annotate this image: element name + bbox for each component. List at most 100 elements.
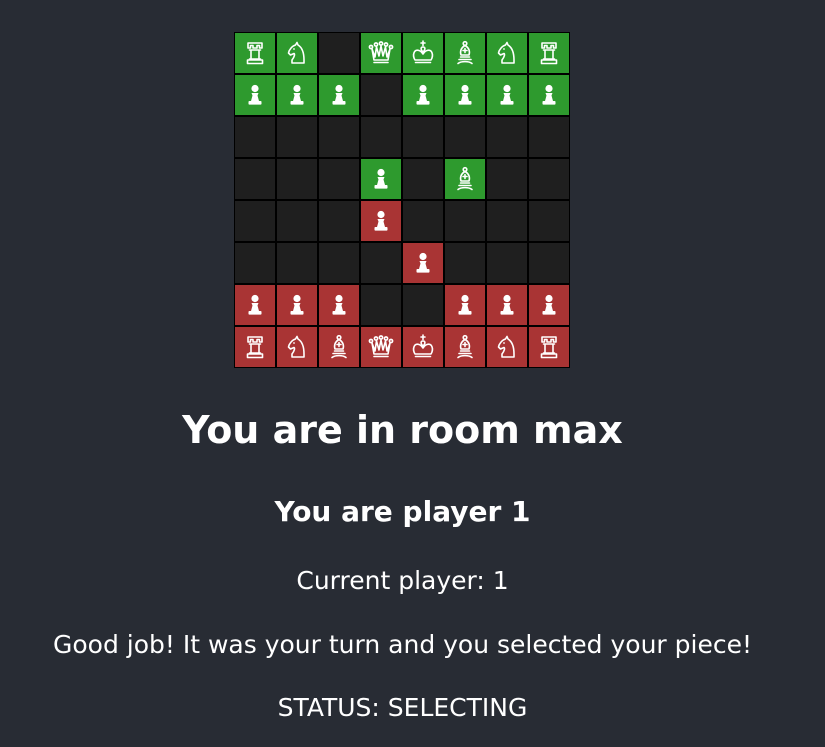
board-square[interactable] <box>402 74 444 116</box>
board-square[interactable] <box>276 326 318 368</box>
board-square[interactable] <box>444 74 486 116</box>
rook-icon <box>240 332 270 362</box>
pawn-icon <box>408 248 438 278</box>
board-square[interactable] <box>360 32 402 74</box>
board-square[interactable] <box>234 284 276 326</box>
board-square[interactable] <box>360 326 402 368</box>
board-square[interactable] <box>234 200 276 242</box>
pawn-icon <box>408 80 438 110</box>
board-square[interactable] <box>444 326 486 368</box>
board-square[interactable] <box>528 32 570 74</box>
bishop-icon <box>450 38 480 68</box>
pawn-icon <box>240 80 270 110</box>
board-square[interactable] <box>486 242 528 284</box>
board-square[interactable] <box>234 74 276 116</box>
board-square[interactable] <box>402 200 444 242</box>
bishop-icon <box>450 164 480 194</box>
king-icon <box>408 332 438 362</box>
board-square[interactable] <box>360 74 402 116</box>
board-square[interactable] <box>486 74 528 116</box>
board-square[interactable] <box>360 284 402 326</box>
board-square[interactable] <box>318 284 360 326</box>
board-square[interactable] <box>444 32 486 74</box>
board-square[interactable] <box>360 200 402 242</box>
board-square[interactable] <box>318 326 360 368</box>
king-icon <box>408 38 438 68</box>
room-title: You are in room max <box>182 408 623 452</box>
turn-message: Good job! It was your turn and you selec… <box>53 630 752 659</box>
board-square[interactable] <box>318 74 360 116</box>
pawn-icon <box>450 80 480 110</box>
board-square[interactable] <box>444 200 486 242</box>
pawn-icon <box>366 164 396 194</box>
board-square[interactable] <box>444 284 486 326</box>
board-square[interactable] <box>486 326 528 368</box>
board-square[interactable] <box>360 116 402 158</box>
board-square[interactable] <box>360 242 402 284</box>
pawn-icon <box>534 290 564 320</box>
current-player-text: Current player: 1 <box>296 566 509 595</box>
board-square[interactable] <box>234 32 276 74</box>
board-square[interactable] <box>276 242 318 284</box>
pawn-icon <box>324 80 354 110</box>
board-square[interactable] <box>234 158 276 200</box>
board-square[interactable] <box>444 116 486 158</box>
board-square[interactable] <box>528 284 570 326</box>
chess-board <box>234 32 570 368</box>
board-square[interactable] <box>402 32 444 74</box>
board-square[interactable] <box>318 158 360 200</box>
board-square[interactable] <box>276 116 318 158</box>
pawn-icon <box>324 290 354 320</box>
rook-icon <box>240 38 270 68</box>
pawn-icon <box>282 80 312 110</box>
board-square[interactable] <box>276 74 318 116</box>
board-square[interactable] <box>402 158 444 200</box>
board-square[interactable] <box>276 158 318 200</box>
board-square[interactable] <box>528 158 570 200</box>
board-square[interactable] <box>528 200 570 242</box>
board-square[interactable] <box>402 116 444 158</box>
knight-icon <box>282 38 312 68</box>
board-square[interactable] <box>318 242 360 284</box>
board-square[interactable] <box>444 158 486 200</box>
board-square[interactable] <box>528 74 570 116</box>
board-square[interactable] <box>276 284 318 326</box>
pawn-icon <box>366 206 396 236</box>
board-square[interactable] <box>486 284 528 326</box>
board-square[interactable] <box>402 242 444 284</box>
board-square[interactable] <box>528 242 570 284</box>
board-square[interactable] <box>360 158 402 200</box>
rook-icon <box>534 38 564 68</box>
board-square[interactable] <box>486 116 528 158</box>
board-square[interactable] <box>444 242 486 284</box>
board-square[interactable] <box>486 158 528 200</box>
bishop-icon <box>324 332 354 362</box>
knight-icon <box>492 38 522 68</box>
board-square[interactable] <box>402 326 444 368</box>
pawn-icon <box>492 290 522 320</box>
knight-icon <box>282 332 312 362</box>
board-square[interactable] <box>234 242 276 284</box>
board-square[interactable] <box>528 116 570 158</box>
pawn-icon <box>282 290 312 320</box>
board-square[interactable] <box>528 326 570 368</box>
board-square[interactable] <box>234 116 276 158</box>
board-square[interactable] <box>318 32 360 74</box>
board-square[interactable] <box>486 32 528 74</box>
status-text: STATUS: SELECTING <box>277 693 528 722</box>
pawn-icon <box>534 80 564 110</box>
board-square[interactable] <box>318 200 360 242</box>
pawn-icon <box>240 290 270 320</box>
board-square[interactable] <box>402 284 444 326</box>
board-square[interactable] <box>318 116 360 158</box>
board-square[interactable] <box>234 326 276 368</box>
pawn-icon <box>450 290 480 320</box>
queen-icon <box>366 38 396 68</box>
bishop-icon <box>450 332 480 362</box>
knight-icon <box>492 332 522 362</box>
queen-icon <box>366 332 396 362</box>
board-square[interactable] <box>276 32 318 74</box>
rook-icon <box>534 332 564 362</box>
board-square[interactable] <box>276 200 318 242</box>
board-square[interactable] <box>486 200 528 242</box>
